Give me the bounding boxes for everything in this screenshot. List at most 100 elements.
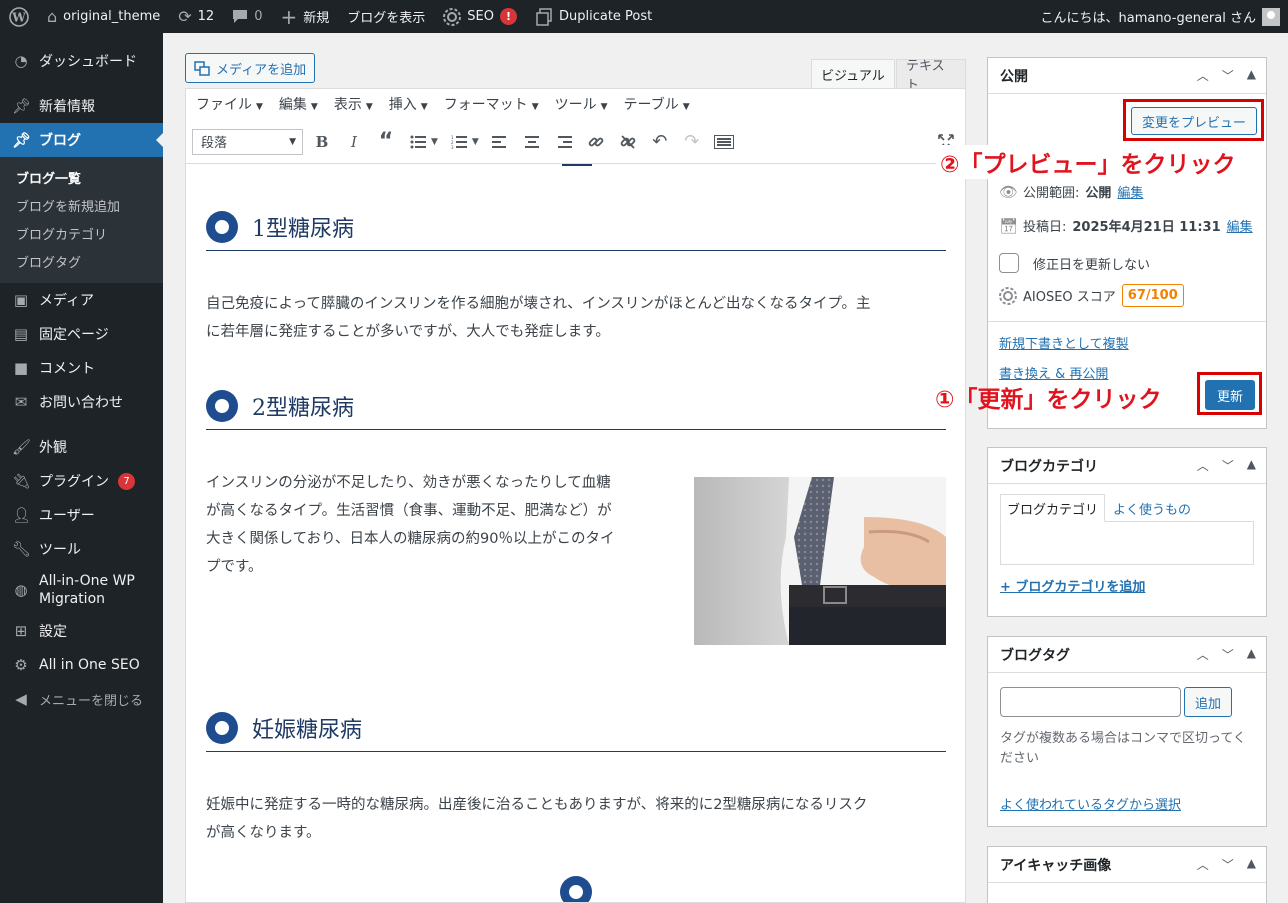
home-icon: ⌂ bbox=[47, 6, 58, 26]
collapse-toggle-icon[interactable]: ▲ bbox=[1247, 67, 1256, 84]
menu-users[interactable]: 👤︎ ユーザー bbox=[0, 498, 163, 532]
blockquote-button[interactable]: “ bbox=[373, 129, 399, 155]
move-down-icon[interactable]: ﹀ bbox=[1222, 457, 1234, 474]
tag-box-header: ブログタグ ︿ ﹀ ▲ bbox=[988, 637, 1266, 673]
move-down-icon[interactable]: ﹀ bbox=[1222, 67, 1234, 84]
move-up-icon[interactable]: ︿ bbox=[1197, 457, 1209, 474]
tab-all-categories[interactable]: ブログカテゴリ bbox=[1000, 494, 1106, 522]
menu-dashboard[interactable]: ◔ ダッシュボード bbox=[0, 44, 163, 78]
new-content-menu[interactable]: + 新規 bbox=[271, 0, 338, 33]
tag-input[interactable] bbox=[1000, 687, 1181, 717]
align-right-icon bbox=[557, 135, 572, 148]
no-update-date-checkbox[interactable] bbox=[999, 253, 1019, 273]
align-left-button[interactable] bbox=[487, 129, 513, 155]
italic-button[interactable]: I bbox=[341, 129, 367, 155]
aioseo-score-badge[interactable]: 67/100 bbox=[1121, 284, 1184, 307]
category-checklist[interactable] bbox=[1000, 521, 1254, 565]
caret-down-icon[interactable]: ▼ bbox=[472, 137, 479, 147]
seo-label: SEO bbox=[467, 9, 494, 24]
menu-news[interactable]: 📌︎ 新着情報 bbox=[0, 89, 163, 123]
media-icon: ▣ bbox=[13, 291, 29, 309]
bullet-list-button[interactable] bbox=[405, 129, 431, 155]
link-icon bbox=[588, 137, 604, 146]
caret-down-icon: ▼ bbox=[531, 102, 539, 112]
menu-insert[interactable]: 挿入 ▼ bbox=[389, 94, 428, 114]
collapse-toggle-icon[interactable]: ▲ bbox=[1247, 646, 1256, 663]
collapse-toggle-icon[interactable]: ▲ bbox=[1247, 457, 1256, 474]
tab-text[interactable]: テキスト bbox=[896, 59, 966, 93]
toolbar-toggle-button[interactable] bbox=[711, 129, 737, 155]
editor-content[interactable]: 1型糖尿病 自己免疫によって膵臓のインスリンを作る細胞が壊され、インスリンがほと… bbox=[185, 163, 966, 903]
move-up-icon[interactable]: ︿ bbox=[1197, 646, 1209, 663]
copy-to-new-draft-link[interactable]: 新規下書きとして複製 bbox=[999, 333, 1129, 352]
menu-settings[interactable]: ⊞ 設定 bbox=[0, 614, 163, 648]
caret-down-icon: ▼ bbox=[310, 102, 318, 112]
comment-icon: ■ bbox=[13, 359, 29, 377]
tab-visual[interactable]: ビジュアル bbox=[811, 59, 895, 88]
submenu-blog-category[interactable]: ブログカテゴリ bbox=[0, 219, 163, 247]
menu-migration[interactable]: ◍ All-in-One WP Migration bbox=[0, 566, 163, 614]
wp-logo-menu[interactable]: W bbox=[0, 0, 38, 33]
menu-plugins[interactable]: 🔌︎ プラグイン 7 bbox=[0, 464, 163, 498]
submenu-blog-tag[interactable]: ブログタグ bbox=[0, 247, 163, 275]
undo-button[interactable]: ↶ bbox=[647, 129, 673, 155]
edit-date-link[interactable]: 編集 bbox=[1227, 216, 1253, 235]
menu-format-label: フォーマット bbox=[443, 97, 528, 113]
unlink-button[interactable] bbox=[615, 129, 641, 155]
menu-comments[interactable]: ■ コメント bbox=[0, 351, 163, 385]
redo-button[interactable]: ↷ bbox=[679, 129, 705, 155]
edit-visibility-link[interactable]: 編集 bbox=[1117, 182, 1143, 201]
align-right-button[interactable] bbox=[551, 129, 577, 155]
menu-media[interactable]: ▣ メディア bbox=[0, 283, 163, 317]
belly-photo-image[interactable] bbox=[694, 477, 946, 645]
insert-link-button[interactable] bbox=[583, 129, 609, 155]
submenu-blog-list[interactable]: ブログ一覧 bbox=[0, 163, 163, 191]
seo-menu[interactable]: SEO ! bbox=[434, 0, 526, 33]
collapse-menu-button[interactable]: ◀ メニューを閉じる bbox=[0, 682, 163, 716]
tab-popular-categories[interactable]: よく使うもの bbox=[1113, 494, 1191, 522]
choose-popular-tags-link[interactable]: よく使われているタグから選択 bbox=[1000, 794, 1181, 813]
menu-file[interactable]: ファイル ▼ bbox=[196, 94, 263, 114]
move-down-icon[interactable]: ﹀ bbox=[1222, 856, 1234, 873]
move-down-icon[interactable]: ﹀ bbox=[1222, 646, 1234, 663]
view-blog-link[interactable]: ブログを表示 bbox=[338, 0, 434, 33]
duplicate-post-menu[interactable]: Duplicate Post bbox=[526, 0, 661, 33]
site-name-menu[interactable]: ⌂ original_theme bbox=[38, 0, 169, 33]
eye-icon: 👁︎ bbox=[999, 182, 1019, 201]
menu-tools[interactable]: ツール ▼ bbox=[555, 94, 608, 114]
menu-table[interactable]: テーブル ▼ bbox=[624, 94, 690, 114]
comments-menu[interactable]: 0 bbox=[223, 0, 271, 33]
add-tag-button[interactable]: 追加 bbox=[1184, 687, 1233, 717]
menu-pages[interactable]: ▤ 固定ページ bbox=[0, 317, 163, 351]
format-select[interactable]: 段落 ▼ bbox=[192, 128, 303, 155]
step2-annotation: ②「プレビュー」をクリック bbox=[936, 145, 1240, 179]
add-category-link[interactable]: + ブログカテゴリを追加 bbox=[1000, 576, 1145, 595]
menu-tools[interactable]: 🔧︎ ツール bbox=[0, 532, 163, 566]
menu-settings-label: 設定 bbox=[39, 624, 67, 640]
menu-view[interactable]: 表示 ▼ bbox=[334, 94, 373, 114]
move-up-icon[interactable]: ︿ bbox=[1197, 67, 1209, 84]
bold-button[interactable]: B bbox=[309, 129, 335, 155]
heading-type1-text: 1型糖尿病 bbox=[252, 216, 354, 242]
submenu-blog-add-new[interactable]: ブログを新規追加 bbox=[0, 191, 163, 219]
my-account-menu[interactable]: こんにちは、hamano-general さん bbox=[1040, 7, 1288, 26]
site-name: original_theme bbox=[63, 9, 161, 24]
menu-format[interactable]: フォーマット ▼ bbox=[444, 94, 539, 114]
align-center-button[interactable] bbox=[519, 129, 545, 155]
add-media-button[interactable]: メディアを追加 bbox=[185, 53, 316, 83]
aioseo-score-row: AIOSEO スコア 67/100 bbox=[999, 284, 1184, 307]
menu-aioseo[interactable]: ⚙ All in One SEO bbox=[0, 648, 163, 682]
menu-blog[interactable]: 📌︎ ブログ bbox=[0, 123, 164, 157]
heading-type2: 2型糖尿病 bbox=[206, 382, 946, 430]
caret-down-icon[interactable]: ▼ bbox=[431, 137, 438, 147]
menu-contact[interactable]: ✉ お問い合わせ bbox=[0, 385, 163, 419]
numbered-list-button[interactable]: 123 bbox=[446, 129, 472, 155]
menu-appearance[interactable]: 🖌︎ 外観 bbox=[0, 430, 163, 464]
collapse-toggle-icon[interactable]: ▲ bbox=[1247, 856, 1256, 873]
menu-edit[interactable]: 編集 ▼ bbox=[279, 94, 318, 114]
preview-highlight-frame bbox=[1123, 99, 1264, 141]
move-up-icon[interactable]: ︿ bbox=[1197, 856, 1209, 873]
mail-icon: ✉ bbox=[14, 393, 28, 411]
format-select-value: 段落 bbox=[201, 136, 228, 151]
updates-menu[interactable]: ⟳ 12 bbox=[169, 0, 223, 33]
